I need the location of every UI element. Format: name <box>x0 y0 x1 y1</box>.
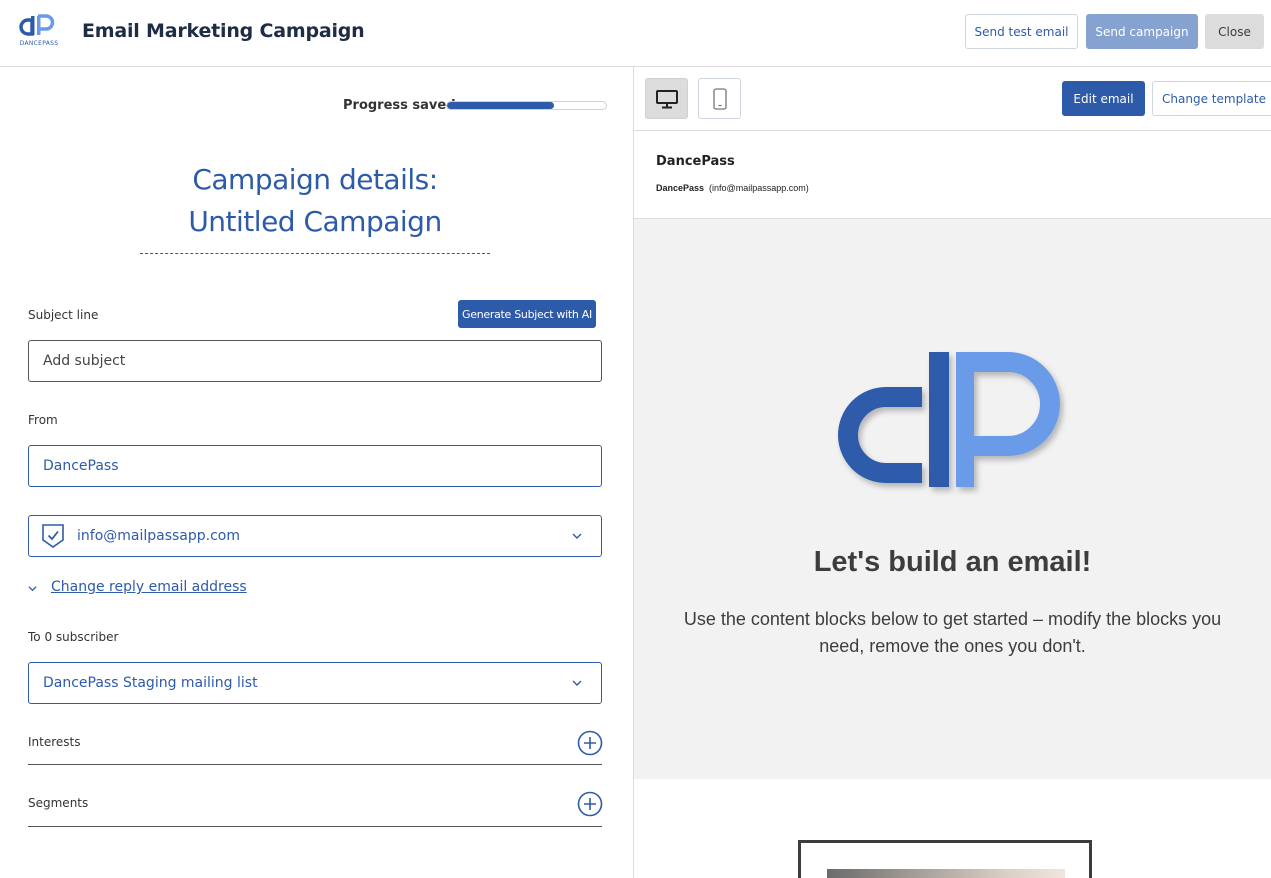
mobile-view-button[interactable] <box>698 78 741 119</box>
mailing-list-select[interactable]: DancePass Staging mailing list <box>28 662 602 704</box>
progress-bar <box>446 101 607 110</box>
preview-heading: Let's build an email! <box>813 546 1092 578</box>
mailing-list-value: DancePass Staging mailing list <box>43 675 258 691</box>
verified-shield-icon <box>42 524 64 548</box>
progress-label: Progress saved <box>343 98 456 113</box>
progress-bar-fill <box>447 102 554 109</box>
from-label: From <box>28 413 58 427</box>
sender-name: DancePass <box>656 154 735 169</box>
app-header: DANCEPASS Email Marketing Campaign Send … <box>0 0 1271 67</box>
desktop-icon <box>655 89 678 108</box>
to-subscriber-label: To 0 subscriber <box>28 630 119 644</box>
sender-short-name: DancePass <box>656 183 705 193</box>
segments-label: Segments <box>28 796 89 810</box>
mobile-icon <box>712 87 727 110</box>
change-reply-email-link[interactable]: Change reply email address <box>51 579 247 595</box>
from-name-value: DancePass <box>43 458 119 474</box>
send-test-email-button[interactable]: Send test email <box>965 14 1078 49</box>
chevron-down-icon <box>572 533 582 539</box>
generate-subject-ai-button[interactable]: Generate Subject with AI <box>458 300 596 328</box>
email-preview-panel: Edit email Change template DancePass Dan… <box>634 67 1271 878</box>
campaign-details-panel: Progress saved Campaign details: Untitle… <box>0 67 633 878</box>
subject-input[interactable]: Add subject <box>28 340 602 382</box>
campaign-title-line2: Untitled Campaign <box>188 205 442 238</box>
subject-placeholder: Add subject <box>43 353 126 369</box>
send-campaign-button[interactable]: Send campaign <box>1086 14 1198 49</box>
email-sender-info: DancePass DancePass (info@mailpassapp.com… <box>634 131 1271 219</box>
sender-email: (info@mailpassapp.com) <box>709 183 809 193</box>
interests-divider <box>28 764 602 765</box>
edit-email-button[interactable]: Edit email <box>1062 81 1145 116</box>
from-name-input[interactable]: DancePass <box>28 445 602 487</box>
add-interests-plus-icon[interactable] <box>577 730 603 756</box>
subject-line-label: Subject line <box>28 308 99 322</box>
sender-details: DancePass (info@mailpassapp.com) <box>656 183 809 193</box>
from-email-value: info@mailpassapp.com <box>77 528 241 544</box>
interests-label: Interests <box>28 735 81 749</box>
title-divider <box>140 253 490 254</box>
image-block-frame <box>798 840 1092 878</box>
campaign-title: Campaign details: Untitled Campaign <box>0 159 630 243</box>
preview-body-text: Use the content blocks below to get star… <box>683 609 1222 656</box>
dancepass-logo-large <box>838 352 1060 487</box>
chevron-down-icon <box>572 680 582 686</box>
add-segments-plus-icon[interactable] <box>577 791 603 817</box>
dancepass-logo-mark <box>19 14 55 36</box>
segments-divider <box>28 826 602 827</box>
from-email-select[interactable]: info@mailpassapp.com <box>28 515 602 557</box>
dancepass-logo: DANCEPASS <box>18 14 60 50</box>
close-button[interactable]: Close <box>1205 14 1264 49</box>
page-title: Email Marketing Campaign <box>82 20 365 42</box>
email-preview-content: Let's build an email! Use the content bl… <box>634 219 1271 779</box>
campaign-title-line1: Campaign details: <box>192 163 438 196</box>
logo-text: DANCEPASS <box>19 40 59 47</box>
preview-toolbar: Edit email Change template <box>634 67 1271 131</box>
desktop-view-button[interactable] <box>645 78 688 119</box>
image-block-placeholder <box>827 869 1065 878</box>
chevron-down-icon[interactable] <box>27 583 38 594</box>
change-template-button[interactable]: Change template <box>1152 81 1271 116</box>
